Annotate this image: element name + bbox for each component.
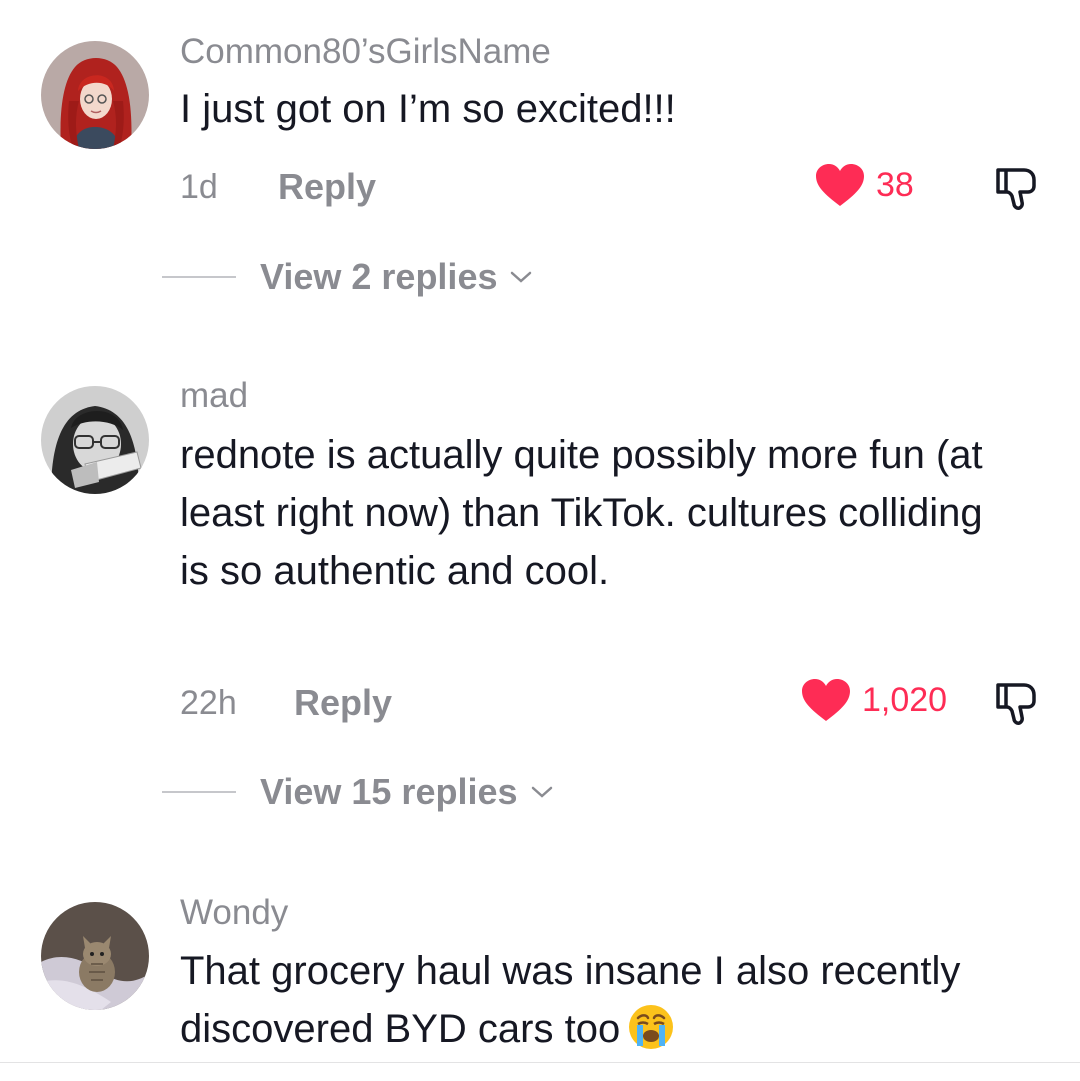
like-count: 1,020	[862, 680, 948, 719]
comment-time: 22h	[180, 684, 237, 722]
view-replies-label: View 2 replies	[260, 256, 498, 297]
grayscale-glasses-avatar-icon	[41, 386, 149, 494]
divider-line	[162, 276, 236, 278]
avatar[interactable]	[41, 902, 149, 1010]
like-count: 38	[876, 165, 914, 204]
comment-time: 1d	[180, 168, 218, 206]
thumbs-down-icon	[996, 683, 1036, 725]
view-replies-label: View 15 replies	[260, 771, 518, 812]
comment-text-content: That grocery haul was insane I also rece…	[180, 949, 961, 1051]
red-hair-avatar-icon	[41, 41, 149, 149]
heart-icon	[802, 679, 850, 721]
username[interactable]: mad	[180, 376, 248, 416]
like-button[interactable]: 38	[814, 162, 914, 208]
divider-line	[0, 1062, 1080, 1063]
divider-line	[162, 791, 236, 793]
reply-button[interactable]: Reply	[278, 166, 376, 208]
dislike-button[interactable]	[990, 677, 1042, 729]
kitten-avatar-icon	[41, 902, 149, 1010]
dislike-button[interactable]	[990, 162, 1042, 214]
reply-button[interactable]: Reply	[294, 682, 392, 724]
comment-text: That grocery haul was insane I also rece…	[180, 942, 1020, 1058]
username[interactable]: Wondy	[180, 893, 288, 933]
like-button[interactable]: 1,020	[800, 677, 947, 723]
username[interactable]: Common80’sGirlsName	[180, 32, 551, 72]
view-replies-button[interactable]: View 2 replies	[162, 256, 533, 298]
chevron-down-icon	[511, 271, 532, 283]
thumbs-down-icon	[996, 168, 1036, 210]
chevron-down-icon	[531, 786, 552, 798]
avatar[interactable]	[41, 41, 149, 149]
view-replies-button[interactable]: View 15 replies	[162, 771, 554, 813]
comment-text: rednote is actually quite possibly more …	[180, 433, 983, 593]
heart-icon	[816, 164, 864, 206]
comment-text: I just got on I’m so excited!!!	[180, 87, 676, 131]
avatar[interactable]	[41, 386, 149, 494]
loudly-crying-face-icon	[629, 1005, 674, 1050]
